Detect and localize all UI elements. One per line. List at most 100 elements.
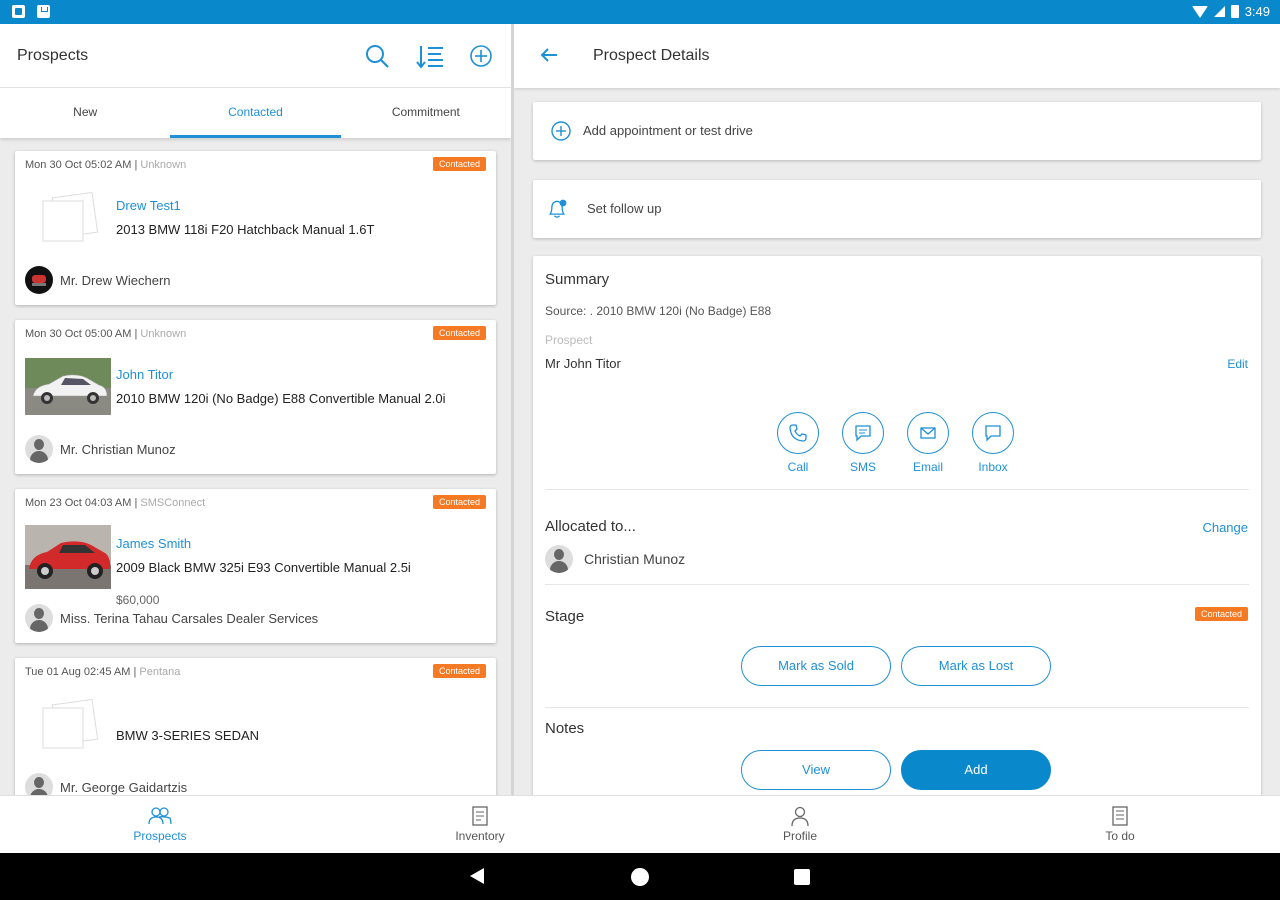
prospect-label: Prospect	[545, 333, 593, 347]
salesperson-name: Mr. Drew Wiechern	[60, 272, 171, 288]
nav-prospects[interactable]: Prospects	[0, 796, 320, 853]
vehicle-text: 2010 BMW 120i (No Badge) E88 Convertible…	[116, 391, 446, 406]
stage-heading: Stage	[545, 608, 585, 625]
people-icon	[148, 807, 172, 825]
nav-label: To do	[1105, 829, 1135, 843]
allocated-name: Christian Munoz	[584, 551, 686, 567]
source-text: Source: . 2010 BMW 120i (No Badge) E88	[545, 304, 772, 318]
divider	[545, 584, 1249, 585]
clock: 3:49	[1244, 4, 1270, 19]
notes-heading: Notes	[545, 720, 585, 737]
sms-button[interactable]: SMS	[841, 412, 885, 474]
phone-icon	[777, 412, 819, 454]
search-icon[interactable]	[363, 42, 391, 70]
signal-icon	[1213, 6, 1225, 17]
prospect-name: Mr John Titor	[545, 356, 621, 371]
change-link[interactable]: Change	[1202, 520, 1248, 535]
call-label: Call	[787, 460, 809, 474]
allocated-heading: Allocated to...	[545, 518, 636, 535]
nav-label: Inventory	[455, 829, 505, 843]
back-arrow-icon[interactable]	[538, 44, 560, 66]
prospect-card[interactable]: Mon 23 Oct 04:03 AM | SMSConnect Contact…	[15, 489, 496, 643]
sort-icon[interactable]	[416, 42, 444, 70]
card-date: Mon 23 Oct 04:03 AM | SMSConnect	[25, 497, 206, 509]
recents-icon[interactable]	[794, 869, 810, 885]
nav-label: Profile	[782, 829, 817, 843]
prospects-header: Prospects	[0, 24, 511, 88]
set-follow-up-button[interactable]: Set follow up	[533, 180, 1261, 238]
stage-tabs: New Contacted Commitment	[0, 88, 511, 138]
nav-to-do[interactable]: To do	[960, 796, 1280, 853]
nav-profile[interactable]: Profile	[640, 796, 960, 853]
call-button[interactable]: Call	[776, 412, 820, 474]
source-text: Unknown	[140, 159, 187, 171]
prospects-panel: Prospects New Contacted Commitment Mon 3…	[0, 24, 511, 795]
checklist-icon	[1112, 806, 1128, 826]
salesperson: Mr. Drew Wiechern	[25, 266, 171, 294]
sms-label: SMS	[849, 460, 876, 474]
email-button[interactable]: Email	[906, 412, 950, 474]
card-date: Tue 01 Aug 02:45 AM | Pentana	[25, 666, 181, 678]
mark-as-sold-button[interactable]: Mark as Sold	[741, 646, 891, 686]
edit-link[interactable]: Edit	[1227, 357, 1248, 371]
vehicle-photo	[25, 525, 111, 589]
source-text: SMSConnect	[140, 497, 206, 509]
mark-as-lost-button[interactable]: Mark as Lost	[901, 646, 1051, 686]
bottom-navigation: Prospects Inventory Profile To do	[0, 795, 1280, 853]
salesperson: Mr. Christian Munoz	[25, 435, 176, 463]
document-icon	[472, 806, 488, 826]
home-icon[interactable]	[631, 868, 649, 886]
date-text: Mon 23 Oct 04:03 AM	[25, 497, 132, 509]
add-appointment-label: Add appointment or test drive	[583, 123, 753, 138]
nav-inventory[interactable]: Inventory	[320, 796, 640, 853]
page-title: Prospects	[17, 47, 89, 64]
salesperson-name: Miss. Terina Tahau Carsales Dealer Servi…	[60, 610, 319, 626]
prospect-name-link[interactable]: James Smith	[116, 536, 191, 551]
divider	[545, 707, 1249, 708]
prospect-name-link[interactable]: Drew Test1	[116, 198, 181, 213]
back-icon[interactable]	[470, 868, 484, 884]
prospect-card[interactable]: Mon 30 Oct 05:02 AM | Unknown Contacted …	[15, 151, 496, 305]
status-badge: Contacted	[432, 664, 486, 678]
source-text: Pentana	[139, 666, 181, 678]
summary-card: Summary Source: . 2010 BMW 120i (No Badg…	[533, 256, 1261, 795]
prospect-name-link[interactable]: John Titor	[116, 367, 173, 382]
tab-commitment[interactable]: Commitment	[341, 88, 511, 138]
card-date: Mon 30 Oct 05:00 AM | Unknown	[25, 328, 187, 340]
inbox-label: Inbox	[978, 460, 1008, 474]
date-text: Mon 30 Oct 05:02 AM	[25, 159, 132, 171]
follow-up-label: Set follow up	[587, 201, 662, 216]
inbox-button[interactable]: Inbox	[971, 412, 1015, 474]
sd-card-icon	[37, 5, 50, 18]
date-text: Tue 01 Aug 02:45 AM	[25, 666, 131, 678]
vehicle-text: 2013 BMW 118i F20 Hatchback Manual 1.6T	[116, 222, 375, 237]
salesperson: Mr. George Gaidartzis	[25, 773, 187, 795]
status-badge: Contacted	[432, 326, 486, 340]
inbox-icon	[972, 412, 1014, 454]
add-note-button[interactable]: Add	[901, 750, 1051, 790]
source-text: Unknown	[140, 328, 187, 340]
notification-icons	[12, 5, 50, 18]
notification-icon	[12, 5, 25, 18]
salesperson-name: Mr. George Gaidartzis	[60, 779, 188, 795]
status-bar: 3:49	[0, 0, 1280, 24]
status-badge: Contacted	[432, 495, 486, 509]
add-appointment-button[interactable]: Add appointment or test drive	[533, 102, 1261, 160]
vehicle-placeholder-icon	[42, 191, 99, 242]
prospect-card[interactable]: Mon 30 Oct 05:00 AM | Unknown Contacted …	[15, 320, 496, 474]
tab-contacted[interactable]: Contacted	[170, 88, 341, 138]
vehicle-placeholder-icon	[42, 698, 99, 749]
details-header: Prospect Details	[514, 24, 1280, 88]
salesperson-name: Mr. Christian Munoz	[60, 441, 176, 457]
battery-icon	[1230, 5, 1239, 18]
add-circle-icon[interactable]	[467, 42, 495, 70]
email-icon	[907, 412, 949, 454]
avatar	[25, 266, 53, 294]
vehicle-photo	[25, 358, 111, 415]
view-notes-button[interactable]: View	[741, 750, 891, 790]
prospect-card[interactable]: Tue 01 Aug 02:45 AM | Pentana Contacted …	[15, 658, 496, 795]
divider	[545, 489, 1249, 490]
tab-new[interactable]: New	[0, 88, 170, 138]
wifi-icon	[1191, 5, 1208, 18]
page-title: Prospect Details	[593, 47, 710, 64]
